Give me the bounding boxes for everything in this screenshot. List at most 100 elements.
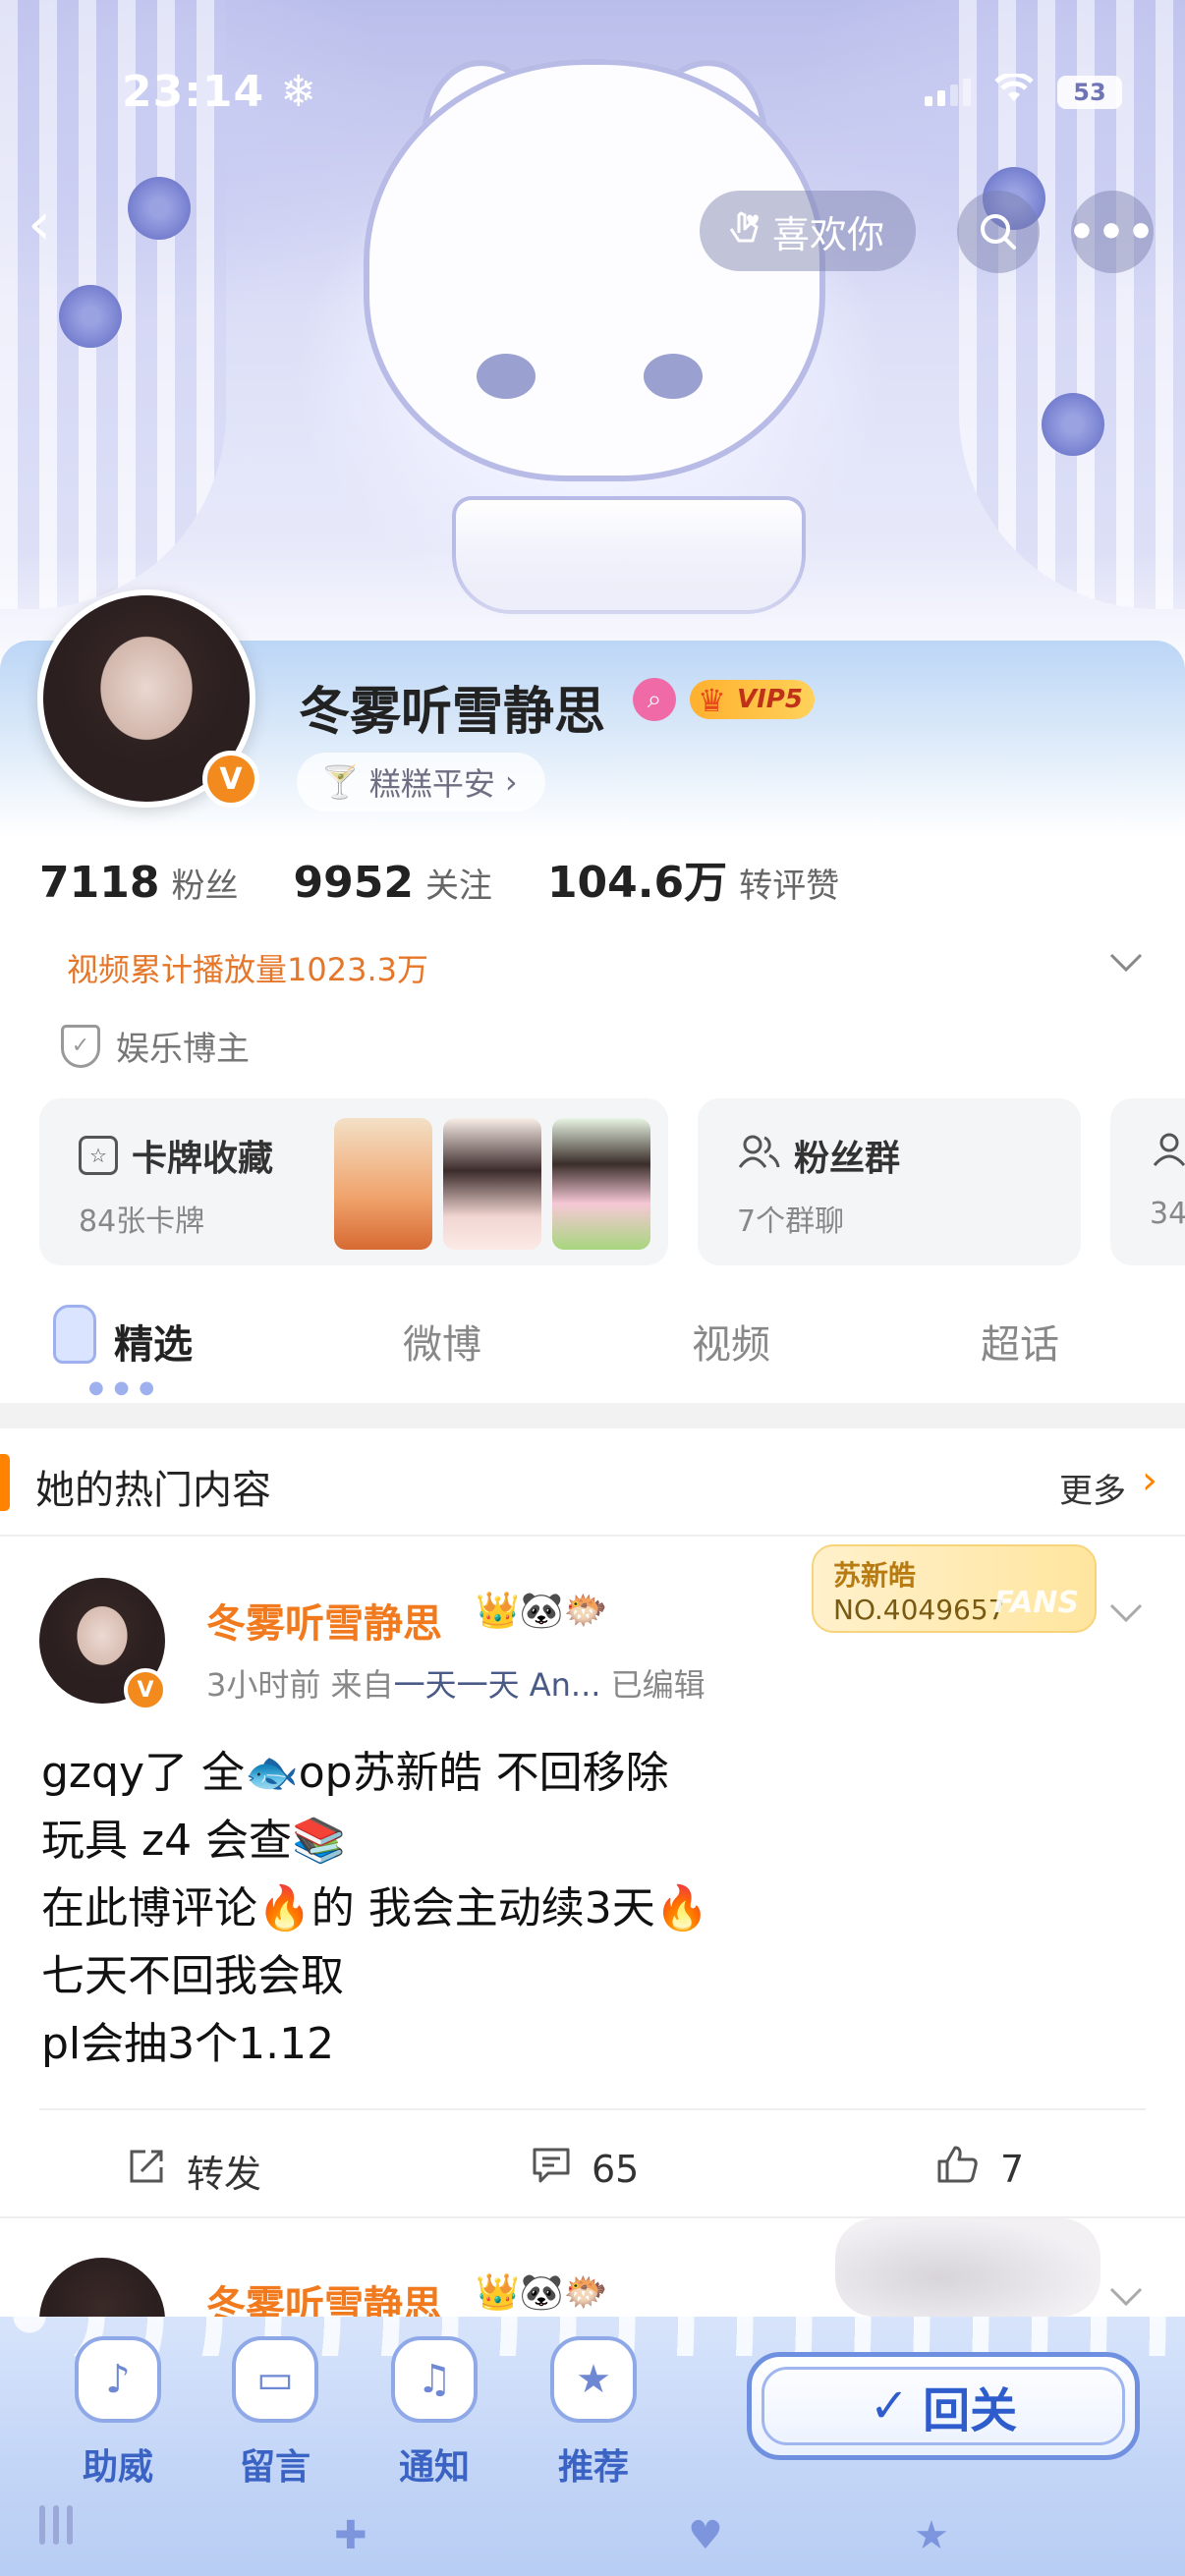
tab-featured[interactable]: 精选 xyxy=(114,1313,193,1370)
heart-decoration-icon: ♥ xyxy=(688,2513,723,2558)
stat-number: 9952 xyxy=(293,858,414,908)
verified-mark: V xyxy=(219,761,243,797)
title-pill-label: 糕糕平安 xyxy=(368,765,495,803)
more-dots-icon[interactable]: ••• xyxy=(1068,191,1155,273)
card-fans-title: 粉丝群 xyxy=(737,1130,900,1181)
post-card[interactable]: 冬雾听雪静思 👑🐼🐡 xyxy=(0,2218,1185,2317)
post-author-name[interactable]: 冬雾听雪静思 xyxy=(206,1592,442,1649)
post-actions: 转发 65 7 xyxy=(0,2128,1185,2216)
post-card[interactable]: V 冬雾听雪静思 👑🐼🐡 3小时前 来自一天一天 An... 已编辑 苏新皓 N… xyxy=(0,1539,1185,2216)
tab-video[interactable]: 视频 xyxy=(692,1313,770,1370)
post-source-prefix: 来自 xyxy=(330,1666,394,1704)
post-text-line: gzqy了 全🐟op苏新皓 不回移除 xyxy=(41,1748,669,1798)
thumbs-up-icon xyxy=(935,2144,981,2195)
hot-content-header: 她的热门内容 更多 › xyxy=(0,1428,1185,1537)
recommend-button[interactable]: ★ 推荐 xyxy=(525,2336,662,2493)
tab-mascot-icon xyxy=(53,1305,96,1364)
card-title-text: 卡牌收藏 xyxy=(132,1139,274,1179)
hot-content-title: 她的热门内容 xyxy=(35,1468,271,1513)
cheer-icon: ♪ xyxy=(75,2336,161,2423)
verified-badge-icon: V xyxy=(202,751,259,808)
notify-button[interactable]: ♫ 通知 xyxy=(366,2336,503,2493)
chevron-right-icon: › xyxy=(504,763,518,801)
user-icon xyxy=(1150,1130,1185,1178)
section-accent-bar xyxy=(0,1454,10,1511)
fans-badge-word: FANS xyxy=(993,1586,1079,1620)
card-more-title xyxy=(1150,1130,1185,1178)
card-star-icon: ☆ xyxy=(79,1136,118,1175)
stat-number: 104.6万 xyxy=(546,858,728,908)
verification-label: 娱乐博主 xyxy=(116,1030,250,1069)
verification-row: ✓ 娱乐博主 xyxy=(61,1022,250,1070)
post-text-line: 在此博评论🔥的 我会主动续3天🔥 xyxy=(41,1883,709,1933)
tab-super-topic[interactable]: 超话 xyxy=(981,1313,1059,1370)
video-play-count: 视频累计播放量1023.3万 xyxy=(67,951,428,988)
card-collection-count: 84张卡牌 xyxy=(79,1204,205,1239)
profile-stats: 7118 粉丝 9952 关注 104.6万 转评赞 xyxy=(39,847,839,910)
post-divider xyxy=(39,2108,1146,2110)
chevron-down-icon[interactable] xyxy=(1108,2277,1144,2317)
stat-label: 粉丝 xyxy=(171,867,239,906)
card-more[interactable]: 34 xyxy=(1110,1098,1185,1265)
status-time-text: 23:14 xyxy=(122,67,265,117)
bunny-eye xyxy=(477,354,536,399)
fans-badge[interactable]: 苏新皓 NO.4049657 FANS xyxy=(812,1544,1097,1633)
follow-back-frame xyxy=(762,2367,1125,2445)
chevron-down-icon[interactable] xyxy=(1108,943,1144,982)
bunny-eye xyxy=(644,354,703,399)
comment-count: 65 xyxy=(592,2148,640,2191)
signal-icon xyxy=(925,79,971,106)
post-time: 3小时前 xyxy=(206,1666,321,1704)
feature-cards: ☆ 卡牌收藏 84张卡牌 粉丝群 7个群聊 34 xyxy=(39,1098,1185,1265)
battery-icon: 53 xyxy=(1057,76,1122,109)
super-topic-badge-icon[interactable]: ⌕ xyxy=(633,678,676,721)
cheer-button[interactable]: ♪ 助威 xyxy=(49,2336,187,2493)
fans-badge-name: 苏新皓 xyxy=(833,1559,917,1592)
follow-back-button[interactable]: ✓ 回关 xyxy=(747,2352,1140,2460)
post-author-badges: 👑🐼🐡 xyxy=(476,2272,608,2313)
repost-button[interactable]: 转发 xyxy=(126,2144,261,2198)
like-button[interactable]: 7 xyxy=(935,2144,1024,2195)
card-fans-group[interactable]: 粉丝群 7个群聊 xyxy=(698,1098,1081,1265)
vip-badge[interactable]: ♛ VIP5 xyxy=(690,680,815,719)
chevron-right-icon[interactable]: › xyxy=(1142,1458,1157,1503)
post-author-name[interactable]: 冬雾听雪静思 xyxy=(206,2273,442,2317)
chevron-left-icon[interactable]: ‹ xyxy=(28,195,86,255)
verified-mark: V xyxy=(137,1677,154,1703)
stat-label: 转评赞 xyxy=(739,867,840,906)
comment-button[interactable]: 65 xyxy=(531,2144,639,2195)
stat-interactions[interactable]: 104.6万 转评赞 xyxy=(547,847,839,910)
like-you-button[interactable]: 喜欢你 xyxy=(700,191,917,271)
search-icon[interactable] xyxy=(957,191,1040,273)
post-text: gzqy了 全🐟op苏新皓 不回移除 玩具 z4 会查📚 在此博评论🔥的 我会主… xyxy=(41,1739,709,2078)
chevron-down-icon[interactable] xyxy=(1108,1594,1144,1633)
stat-following[interactable]: 9952 关注 xyxy=(293,858,491,908)
username: 冬雾听雪静思 xyxy=(299,683,606,742)
card-collection[interactable]: ☆ 卡牌收藏 84张卡牌 xyxy=(39,1098,668,1265)
card-fans-count: 7个群聊 xyxy=(737,1204,845,1239)
comment-icon xyxy=(531,2144,572,2195)
title-pill[interactable]: 🍸 糕糕平安 › xyxy=(297,753,545,812)
post-avatar[interactable] xyxy=(39,2258,165,2317)
snowflake-icon: ❄ xyxy=(280,67,318,117)
post-source[interactable]: 一天一天 An... xyxy=(394,1666,601,1704)
post-text-line: 七天不回我会取 xyxy=(41,1951,344,2001)
bottom-action-bar: ♪ 助威 ▭ 留言 ♫ 通知 ★ 推荐 ✓ 回关 ✚ ♥ ★ xyxy=(0,2317,1185,2576)
wifi-icon xyxy=(994,72,1034,112)
tab-weibo[interactable]: 微博 xyxy=(403,1313,481,1370)
cheer-label: 助威 xyxy=(82,2447,153,2488)
battery-level: 53 xyxy=(1073,79,1106,106)
notify-label: 通知 xyxy=(398,2447,470,2488)
message-button[interactable]: ▭ 留言 xyxy=(206,2336,344,2493)
monitor-icon: ▭ xyxy=(232,2336,318,2423)
syringe-decoration-icon: ✚ xyxy=(334,2513,367,2558)
verified-badge-icon: V xyxy=(124,1668,167,1711)
recommend-label: 推荐 xyxy=(557,2447,629,2488)
card-more-count: 34 xyxy=(1150,1197,1185,1231)
stat-followers[interactable]: 7118 粉丝 xyxy=(39,858,238,908)
fans-badge-number: NO.4049657 xyxy=(833,1594,1006,1626)
status-icons: 53 xyxy=(925,72,1122,112)
hot-more-link[interactable]: 更多 xyxy=(1059,1464,1126,1512)
post-meta: 3小时前 来自一天一天 An... 已编辑 xyxy=(206,1660,705,1706)
shield-icon: ✓ xyxy=(61,1024,100,1068)
